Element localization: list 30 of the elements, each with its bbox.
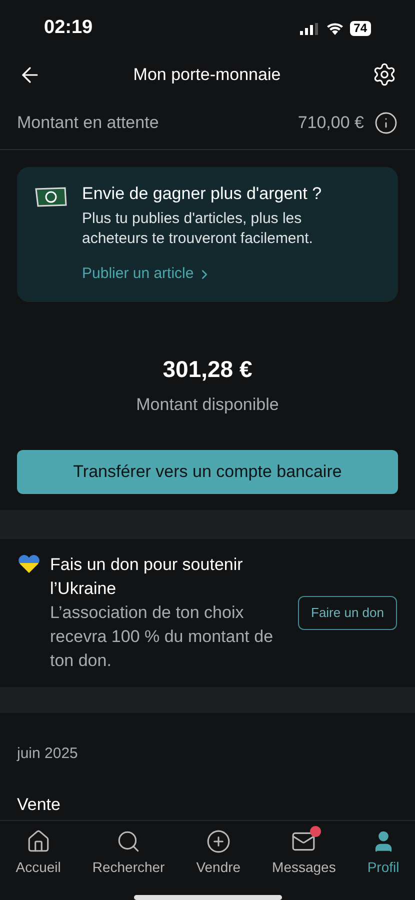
- wifi-icon: [326, 22, 344, 36]
- banknote-icon: [34, 185, 68, 210]
- donate-button[interactable]: Faire un don: [298, 596, 397, 630]
- plus-circle-icon: [206, 828, 231, 854]
- tab-button[interactable]: Vendre: [196, 828, 241, 878]
- available-label: Montant disponible: [136, 394, 279, 416]
- page-title: Mon porte-monnaie: [133, 64, 281, 86]
- donation-text: L’association de ton choix recevra 100 % du montant de ton don.: [50, 602, 274, 672]
- heart-icon: [18, 555, 40, 574]
- promo-title: Envie de gagner plus d'argent ?: [82, 183, 323, 206]
- battery-indicator: 74: [350, 21, 371, 36]
- tab-button[interactable]: Messages: [272, 828, 336, 878]
- search-icon: [116, 828, 142, 854]
- pending-label: Montant en attente: [17, 112, 159, 134]
- promo-text: Plus tu publies d'articles, plus les acheteurs te trouveront facilement.: [82, 209, 314, 250]
- section-heading: Vente: [16, 794, 62, 816]
- signal-icon: [300, 22, 320, 35]
- available-amount: 301,28 €: [162, 354, 252, 384]
- settings-icon[interactable]: [372, 62, 397, 88]
- transfer-button[interactable]: Transférer vers un compte bancaire: [17, 450, 398, 494]
- status-time: 02:19: [44, 16, 93, 40]
- tab-button[interactable]: Accueil: [16, 828, 61, 878]
- info-icon[interactable]: [374, 110, 398, 135]
- month-heading: juin 2025: [16, 744, 79, 764]
- tab-button[interactable]: Rechercher: [92, 828, 165, 878]
- donation-title: Fais un don pour soutenir l’Ukraine: [50, 554, 244, 600]
- pending-amount: 710,00 €: [298, 112, 364, 134]
- tab-button[interactable]: Profil: [367, 828, 400, 878]
- house-icon: [26, 828, 51, 854]
- publish-link[interactable]: Publier un article: [82, 263, 337, 286]
